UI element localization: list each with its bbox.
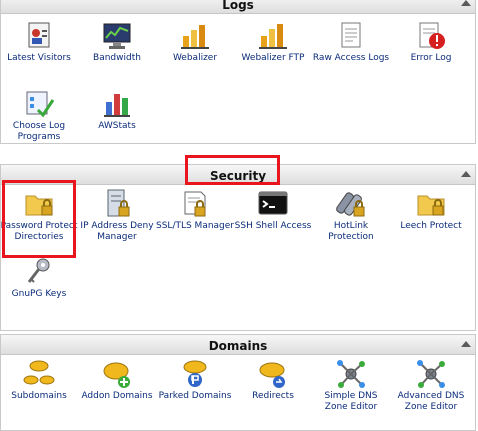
collapse-arrow-icon[interactable] xyxy=(461,341,471,347)
parked-domains-link[interactable]: Parked Domains xyxy=(156,358,234,402)
webalizer-icon xyxy=(181,25,209,49)
password-protect-highlight xyxy=(2,180,76,258)
gnupg-keys-label: GnuPG Keys xyxy=(11,289,67,299)
ssh-shell-access-link[interactable]: SSH Shell Access xyxy=(234,188,312,232)
error-log-link[interactable]: Error Log xyxy=(392,20,470,64)
webalizer-ftp-label: Webalizer FTP xyxy=(241,53,305,63)
choose-log-programs-link[interactable]: Choose Log Programs xyxy=(0,88,78,143)
domains-header[interactable]: Domains xyxy=(1,335,475,355)
logs-title: Logs xyxy=(222,0,254,12)
error-log-icon xyxy=(419,22,445,49)
visitors-icon xyxy=(28,22,50,48)
parked-domains-label: Parked Domains xyxy=(158,391,232,401)
error-log-label: Error Log xyxy=(410,53,452,63)
hotlink-protection-label: HotLink Protection xyxy=(328,221,374,242)
domains-title: Domains xyxy=(208,339,268,353)
simple-dns-zone-editor-link[interactable]: Simple DNS Zone Editor xyxy=(312,358,390,413)
webalizer-link[interactable]: Webalizer xyxy=(156,20,234,64)
keys-icon xyxy=(27,258,50,283)
terminal-icon xyxy=(258,191,288,215)
log-programs-icon xyxy=(26,91,55,118)
bandwidth-icon xyxy=(103,23,131,49)
awstats-label: AWStats xyxy=(98,121,136,131)
redirects-label: Redirects xyxy=(252,391,294,401)
simple-dns-zone-editor-label: Simple DNS Zone Editor xyxy=(324,391,378,412)
parked-domains-icon xyxy=(183,360,207,387)
webalizer-ftp-icon xyxy=(259,24,287,49)
ssl-tls-manager-label: SSL/TLS Manager xyxy=(156,221,235,231)
server-lock-icon xyxy=(107,189,130,217)
logs-header[interactable]: Logs xyxy=(1,0,475,14)
latest-visitors-link[interactable]: Latest Visitors xyxy=(0,20,78,64)
ip-deny-manager-label: IP Address Deny Manager xyxy=(80,221,154,242)
subdomains-link[interactable]: Subdomains xyxy=(0,358,78,402)
ip-deny-manager-link[interactable]: IP Address Deny Manager xyxy=(78,188,156,243)
leech-protect-label: Leech Protect xyxy=(400,221,462,231)
leech-protect-link[interactable]: Leech Protect xyxy=(392,188,470,232)
raw-access-logs-link[interactable]: Raw Access Logs xyxy=(312,20,390,64)
choose-log-programs-label: Choose Log Programs xyxy=(12,121,66,142)
raw-access-logs-label: Raw Access Logs xyxy=(312,53,390,63)
bandwidth-label: Bandwidth xyxy=(93,53,141,63)
dns-simple-icon xyxy=(337,360,365,388)
collapse-arrow-icon[interactable] xyxy=(461,171,471,177)
ssl-tls-manager-link[interactable]: SSL/TLS Manager xyxy=(156,188,234,232)
advanced-dns-zone-editor-link[interactable]: Advanced DNS Zone Editor xyxy=(392,358,470,413)
addon-domains-icon xyxy=(103,362,130,388)
awstats-link[interactable]: AWStats xyxy=(78,88,156,132)
advanced-dns-zone-editor-label: Advanced DNS Zone Editor xyxy=(397,391,465,412)
webalizer-ftp-link[interactable]: Webalizer FTP xyxy=(234,20,312,64)
gnupg-keys-link[interactable]: GnuPG Keys xyxy=(0,256,78,300)
addon-domains-label: Addon Domains xyxy=(81,391,153,401)
redirects-link[interactable]: Redirects xyxy=(234,358,312,402)
ssh-shell-access-label: SSH Shell Access xyxy=(234,221,312,231)
redirects-icon xyxy=(259,362,285,388)
subdomains-icon xyxy=(23,360,55,385)
dns-advanced-icon xyxy=(417,360,445,388)
hotlink-protection-link[interactable]: HotLink Protection xyxy=(312,188,390,243)
security-title-highlight xyxy=(185,155,280,185)
leech-protect-icon xyxy=(417,195,445,216)
addon-domains-link[interactable]: Addon Domains xyxy=(78,358,156,402)
hotlink-icon xyxy=(336,192,365,217)
raw-access-icon xyxy=(341,22,361,48)
subdomains-label: Subdomains xyxy=(11,391,67,401)
awstats-icon xyxy=(104,94,130,117)
webalizer-label: Webalizer xyxy=(172,53,218,63)
latest-visitors-label: Latest Visitors xyxy=(7,53,71,63)
bandwidth-link[interactable]: Bandwidth xyxy=(78,20,156,64)
ssl-icon xyxy=(184,191,206,217)
collapse-arrow-icon[interactable] xyxy=(461,0,471,6)
